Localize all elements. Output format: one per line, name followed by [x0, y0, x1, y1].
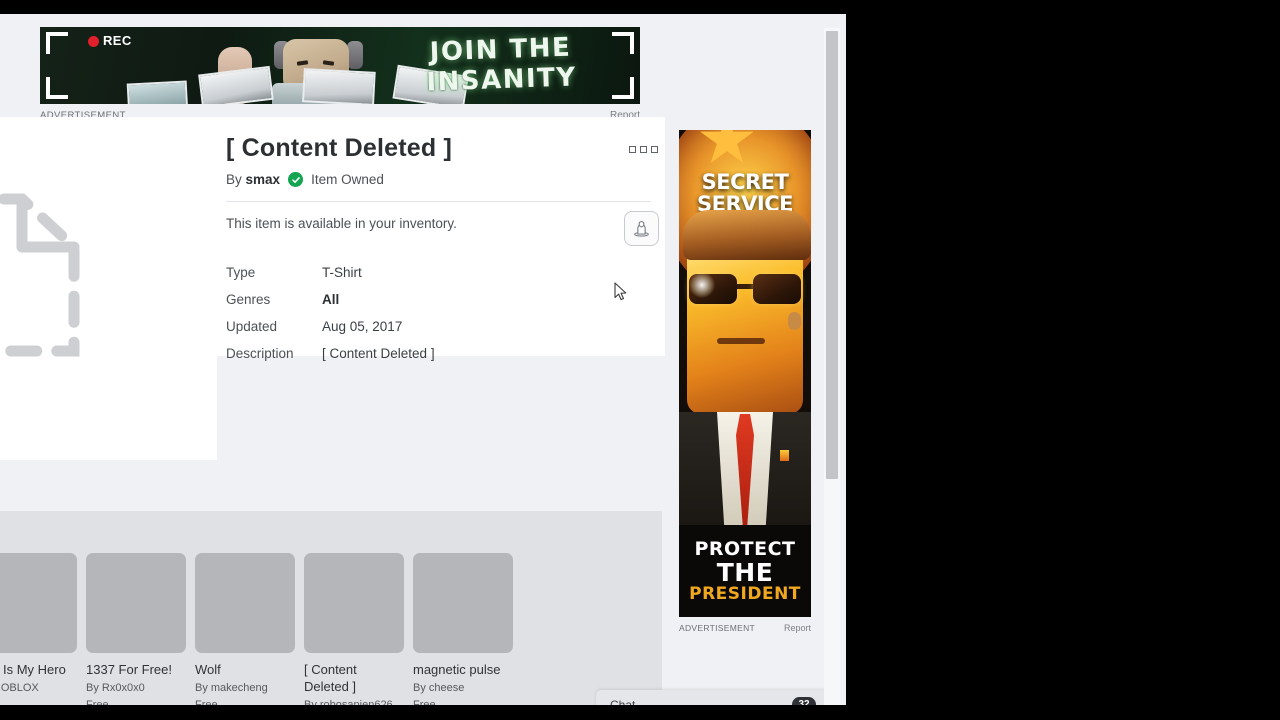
- recommendation-card[interactable]: [ Content Deleted ] By robosapien626 Fre…: [304, 553, 404, 705]
- avatar-eye: [322, 60, 335, 66]
- item-title: [ Content Deleted ]: [226, 134, 453, 162]
- sunglass-bridge: [737, 284, 753, 289]
- dot-icon: [640, 146, 647, 153]
- spec-row-type: Type T-Shirt: [226, 265, 651, 280]
- spec-key: Description: [226, 346, 294, 361]
- recommendation-name[interactable]: 1337 For Free!: [86, 661, 186, 678]
- availability-text: This item is available in your inventory…: [226, 216, 457, 231]
- agent-face: [683, 210, 811, 414]
- spec-key: Updated: [226, 319, 278, 334]
- avatar-eye: [296, 60, 309, 66]
- top-ad-slogan: JOIN THE INSANITY: [375, 31, 627, 100]
- recommendation-card[interactable]: Wolf By makecheng Free: [195, 553, 295, 705]
- recommendation-thumbnail[interactable]: [304, 553, 404, 653]
- viewfinder-corner-icon: [46, 32, 68, 54]
- recommendation-name[interactable]: magnetic pulse: [413, 661, 513, 678]
- recommendation-creator: By Rx0x0x0: [86, 682, 145, 694]
- page-content: REC JOIN THE INSANITY ADVERTISEMENT Repo…: [0, 14, 830, 705]
- spec-value: [ Content Deleted ]: [322, 346, 435, 361]
- record-label: REC: [103, 33, 132, 48]
- right-ad-report-link[interactable]: Report: [784, 623, 811, 633]
- recommendation-creator: By ROBLOX: [0, 682, 39, 694]
- spec-value: T-Shirt: [322, 265, 362, 280]
- item-byline: By smax Item Owned: [226, 172, 651, 187]
- creator-name[interactable]: smax: [246, 172, 281, 187]
- dot-icon: [651, 146, 658, 153]
- spec-row-genres: Genres All: [226, 292, 651, 307]
- scrollbar-thumb[interactable]: [826, 31, 838, 479]
- top-ad-image[interactable]: REC JOIN THE INSANITY: [40, 27, 640, 104]
- item-creator-text: By smax: [226, 172, 280, 187]
- spec-row-updated: Updated Aug 05, 2017: [226, 319, 651, 334]
- record-dot-icon: [88, 36, 99, 47]
- sunglass-lens: [753, 274, 801, 304]
- agent-cap: [683, 210, 811, 260]
- right-advertisement[interactable]: SECRET SERVICE PROTECT THE PRESIDENT ADV…: [679, 130, 811, 633]
- top-advertisement[interactable]: REC JOIN THE INSANITY ADVERTISEMENT Repo…: [40, 27, 640, 121]
- recommendation-thumbnail[interactable]: [195, 553, 295, 653]
- lens-glint: [689, 272, 715, 298]
- avatar-icon: [634, 220, 649, 237]
- agent-mouth: [717, 338, 765, 344]
- right-ad-tagline-line1: PROTECT: [694, 537, 796, 560]
- chat-label: Chat: [610, 697, 636, 706]
- laptop-icon: [302, 68, 376, 104]
- more-options-button[interactable]: [629, 146, 658, 153]
- spec-value: Aug 05, 2017: [322, 319, 403, 334]
- viewfinder-corner-icon: [46, 77, 68, 99]
- dot-icon: [629, 146, 636, 153]
- chat-unread-badge: 32: [792, 697, 816, 705]
- item-specs: Type T-Shirt Genres All Updated Aug 05, …: [226, 265, 651, 361]
- recommendation-thumbnail[interactable]: [413, 553, 513, 653]
- recommendation-name[interactable]: Erik Is My Hero: [0, 661, 77, 678]
- right-ad-tagline: PROTECT THE PRESIDENT: [679, 525, 811, 617]
- browser-viewport: REC JOIN THE INSANITY ADVERTISEMENT Repo…: [0, 14, 846, 705]
- headphone-cup-icon: [347, 41, 363, 69]
- laptop-icon: [198, 65, 274, 104]
- recommendation-thumbnail[interactable]: [0, 553, 77, 653]
- recommendation-thumbnail[interactable]: [86, 553, 186, 653]
- recommendations-row: cool free tux By commander79 Free Erik I…: [0, 553, 513, 705]
- section-divider: [226, 201, 651, 202]
- star-icon: [700, 130, 754, 163]
- deleted-content-placeholder-icon: [0, 193, 80, 357]
- right-ad-tagline-line3: PRESIDENT: [689, 583, 801, 604]
- right-ad-tagline-line2: THE: [716, 557, 774, 587]
- try-on-avatar-button[interactable]: [624, 211, 659, 246]
- right-ad-label: ADVERTISEMENT: [679, 623, 756, 633]
- right-ad-caption: ADVERTISEMENT Report: [679, 617, 811, 633]
- verified-check-icon: [288, 172, 304, 187]
- item-thumbnail[interactable]: [0, 189, 117, 364]
- item-owned-label: Item Owned: [311, 172, 384, 187]
- earpiece-icon: [788, 312, 801, 330]
- recommendations-section: ed cool free tux By commander79 Free Eri…: [0, 511, 662, 705]
- letterbox-right: [846, 0, 1280, 720]
- item-info: [ Content Deleted ] By smax Item Owned T…: [226, 134, 651, 373]
- by-prefix: By: [226, 172, 242, 187]
- recommendation-creator: By makecheng: [195, 682, 268, 694]
- laptop-icon: [126, 80, 188, 104]
- spec-key: Genres: [226, 292, 271, 307]
- right-ad-image[interactable]: SECRET SERVICE PROTECT THE PRESIDENT: [679, 130, 811, 617]
- spec-value: All: [322, 292, 340, 307]
- recommendation-name[interactable]: Wolf: [195, 661, 295, 678]
- recommendation-name[interactable]: [ Content Deleted ]: [304, 661, 404, 695]
- screen-root: REC JOIN THE INSANITY ADVERTISEMENT Repo…: [0, 0, 1280, 720]
- recommendation-card[interactable]: magnetic pulse By cheese Free: [413, 553, 513, 705]
- chat-bar[interactable]: Chat 32: [596, 690, 830, 705]
- lapel-pin-icon: [780, 450, 789, 461]
- spec-key: Type: [226, 265, 256, 280]
- mouse-cursor: [614, 282, 627, 301]
- right-ad-title-line1: SECRET: [701, 170, 789, 194]
- spec-row-description: Description [ Content Deleted ]: [226, 346, 651, 361]
- recommendation-card[interactable]: Erik Is My Hero By ROBLOX Free: [0, 553, 77, 705]
- recommendation-creator: By cheese: [413, 682, 465, 694]
- recommendation-card[interactable]: 1337 For Free! By Rx0x0x0 Free: [86, 553, 186, 705]
